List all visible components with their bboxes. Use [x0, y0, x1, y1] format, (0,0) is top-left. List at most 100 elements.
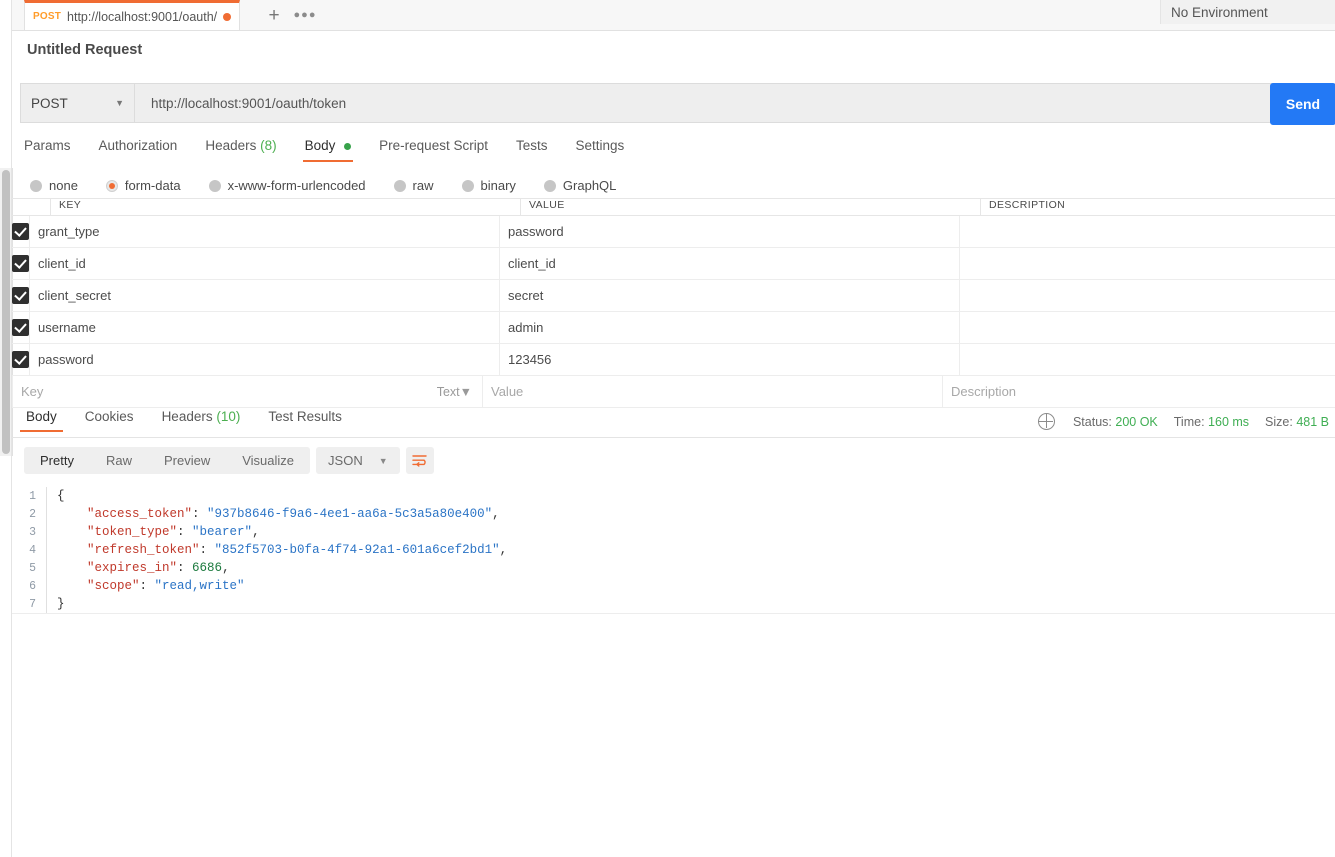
row-description-cell[interactable]	[959, 344, 1314, 375]
new-row-value-input[interactable]: Value	[482, 376, 942, 407]
body-type-form-data[interactable]: form-data	[105, 178, 181, 193]
environment-selector[interactable]: No Environment	[1160, 0, 1335, 24]
line-text: {	[46, 487, 1335, 505]
row-value-cell[interactable]: client_id	[499, 248, 959, 279]
row-value-cell[interactable]: 123456	[499, 344, 959, 375]
line-number: 4	[29, 543, 36, 557]
table-header-row: KEY VALUE DESCRIPTION	[12, 199, 1335, 216]
tab-options-icon[interactable]: ●●●	[290, 0, 320, 30]
checkbox-checked-icon[interactable]	[12, 223, 29, 240]
row-description-cell[interactable]	[959, 248, 1314, 279]
checkbox-checked-icon[interactable]	[12, 319, 29, 336]
code-line: 2 "access_token": "937b8646-f9a6-4ee1-aa…	[12, 505, 1335, 523]
url-input[interactable]: http://localhost:9001/oauth/token	[135, 83, 1280, 123]
view-mode-group: Pretty Raw Preview Visualize	[24, 447, 311, 474]
tab-headers[interactable]: Headers (8)	[191, 138, 290, 162]
body-type-binary[interactable]: binary	[461, 178, 516, 193]
checkbox-checked-icon[interactable]	[12, 351, 29, 368]
new-row-key-input[interactable]: Key Text▼	[12, 376, 482, 407]
globe-icon[interactable]	[1037, 412, 1055, 430]
response-body-code[interactable]: 1 { 2 "access_token": "937b8646-f9a6-4ee…	[12, 487, 1335, 613]
radio-icon	[393, 179, 406, 192]
view-mode-raw[interactable]: Raw	[90, 447, 148, 474]
view-mode-preview[interactable]: Preview	[148, 447, 226, 474]
row-checkbox-cell[interactable]	[12, 248, 29, 279]
left-scrollbar-thumb[interactable]	[2, 170, 10, 454]
line-text: "expires_in": 6686,	[46, 559, 1335, 577]
row-value-cell[interactable]: admin	[499, 312, 959, 343]
word-wrap-button[interactable]	[405, 447, 434, 474]
body-type-graphql[interactable]: GraphQL	[543, 178, 616, 193]
row-key-cell[interactable]: client_secret	[29, 280, 499, 311]
size-value: 481 B	[1296, 414, 1329, 429]
row-checkbox-cell[interactable]	[12, 216, 29, 247]
row-description-cell[interactable]	[959, 312, 1314, 343]
row-key-cell[interactable]: grant_type	[29, 216, 499, 247]
code-line: 4 "refresh_token": "852f5703-b0fa-4f74-9…	[12, 541, 1335, 559]
tab-tests-label: Tests	[515, 138, 548, 153]
line-text: "access_token": "937b8646-f9a6-4ee1-aa6a…	[46, 505, 1335, 523]
table-row[interactable]: username admin	[12, 312, 1335, 344]
radio-icon	[208, 179, 221, 192]
row-value-cell[interactable]: secret	[499, 280, 959, 311]
checkbox-checked-icon[interactable]	[12, 287, 29, 304]
body-present-dot-icon	[344, 142, 352, 150]
new-row-key-placeholder: Key	[21, 384, 44, 399]
http-method-select[interactable]: POST ▼	[20, 83, 135, 123]
table-new-row[interactable]: Key Text▼ Value Description	[12, 376, 1335, 408]
code-line: 7 }	[12, 595, 1335, 613]
line-text: "refresh_token": "852f5703-b0fa-4f74-92a…	[46, 541, 1335, 559]
table-row[interactable]: grant_type password	[12, 216, 1335, 248]
row-checkbox-cell[interactable]	[12, 312, 29, 343]
request-tab-active[interactable]: POST http://localhost:9001/oauth/to...	[24, 0, 240, 30]
row-key-cell[interactable]: client_id	[29, 248, 499, 279]
new-row-type-select[interactable]: Text▼	[437, 385, 472, 399]
tab-body[interactable]: Body	[291, 138, 366, 162]
response-tab-headers[interactable]: Headers (10)	[148, 409, 255, 432]
checkbox-checked-icon[interactable]	[12, 255, 29, 272]
send-button[interactable]: Send	[1270, 83, 1335, 125]
tab-params[interactable]: Params	[24, 138, 85, 162]
request-section-tabs: Params Authorization Headers (8) Body Pr…	[24, 138, 638, 162]
new-tab-button[interactable]: +	[258, 0, 290, 30]
status-value: 200 OK	[1115, 414, 1158, 429]
url-input-value: http://localhost:9001/oauth/token	[151, 95, 347, 111]
table-row[interactable]: client_secret secret	[12, 280, 1335, 312]
code-line: 6 "scope": "read,write"	[12, 577, 1335, 595]
new-row-description-input[interactable]: Description	[942, 376, 1297, 407]
line-number: 6	[29, 579, 36, 593]
time-label: Time:	[1173, 414, 1205, 429]
row-key-cell[interactable]: username	[29, 312, 499, 343]
tab-tests[interactable]: Tests	[502, 138, 562, 162]
environment-label: No Environment	[1171, 4, 1268, 20]
table-row[interactable]: client_id client_id	[12, 248, 1335, 280]
response-tab-test-results[interactable]: Test Results	[254, 409, 356, 432]
response-format-select[interactable]: JSON ▼	[316, 447, 400, 474]
response-tab-body[interactable]: Body	[12, 409, 71, 432]
row-checkbox-cell[interactable]	[12, 280, 29, 311]
row-key-cell[interactable]: password	[29, 344, 499, 375]
row-description-cell[interactable]	[959, 216, 1314, 247]
tab-settings[interactable]: Settings	[561, 138, 638, 162]
url-row: POST ▼ http://localhost:9001/oauth/token…	[20, 83, 1335, 125]
row-checkbox-cell[interactable]	[12, 344, 29, 375]
line-text: }	[46, 595, 1335, 613]
row-value-cell[interactable]: password	[499, 216, 959, 247]
body-type-raw[interactable]: raw	[393, 178, 434, 193]
line-text: "token_type": "bearer",	[46, 523, 1335, 541]
row-description-cell[interactable]	[959, 280, 1314, 311]
view-mode-pretty[interactable]: Pretty	[24, 447, 90, 474]
table-row[interactable]: password 123456	[12, 344, 1335, 376]
view-mode-visualize[interactable]: Visualize	[226, 447, 310, 474]
response-tab-test-results-label: Test Results	[268, 409, 342, 424]
tab-authorization-label: Authorization	[98, 138, 178, 153]
line-number: 3	[29, 525, 36, 539]
tab-body-label: Body	[304, 138, 336, 153]
body-type-urlencoded[interactable]: x-www-form-urlencoded	[208, 178, 366, 193]
line-text: "scope": "read,write"	[46, 577, 1335, 595]
tab-pre-request-script[interactable]: Pre-request Script	[365, 138, 502, 162]
response-tab-cookies[interactable]: Cookies	[71, 409, 148, 432]
code-bottom-divider	[12, 613, 1335, 614]
body-type-none[interactable]: none	[30, 178, 78, 193]
tab-authorization[interactable]: Authorization	[85, 138, 192, 162]
